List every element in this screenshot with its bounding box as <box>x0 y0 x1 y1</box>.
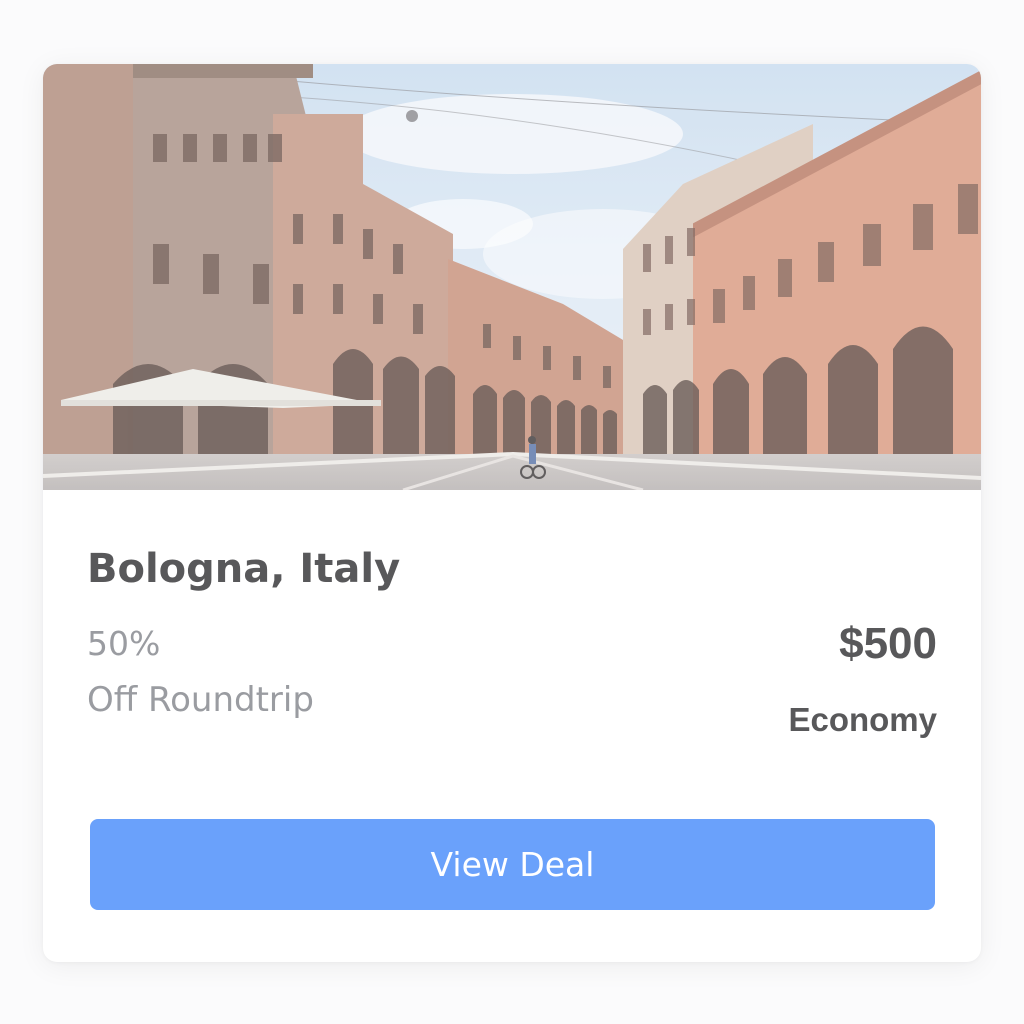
destination-title: Bologna, Italy <box>87 546 401 592</box>
price: $500 <box>839 619 937 668</box>
discount-description: Off Roundtrip <box>87 680 314 720</box>
discount-percent: 50% <box>87 624 161 663</box>
destination-photo <box>43 64 981 490</box>
cabin-class: Economy <box>788 701 937 738</box>
page: Bologna, Italy 50% Off Roundtrip $500 Ec… <box>0 0 1024 1024</box>
view-deal-button[interactable]: View Deal <box>90 819 935 910</box>
deal-card: Bologna, Italy 50% Off Roundtrip $500 Ec… <box>43 64 981 962</box>
